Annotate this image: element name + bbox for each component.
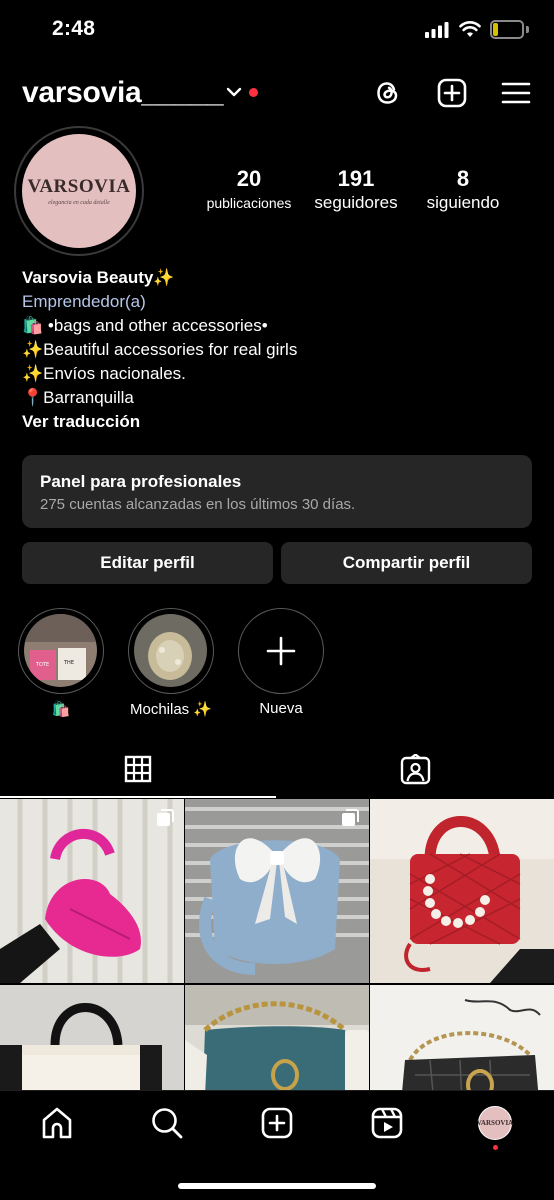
- svg-text:TOTE: TOTE: [35, 662, 49, 668]
- notification-dot: [493, 1145, 498, 1150]
- highlight-bags[interactable]: TOTE THE 🛍️: [18, 608, 104, 718]
- stat-following[interactable]: 8 siguiendo: [414, 166, 512, 214]
- multiple-posts-icon: [342, 809, 359, 826]
- posts-grid: [0, 799, 554, 1090]
- grid-icon[interactable]: [124, 755, 152, 783]
- multiple-posts-icon: [157, 809, 174, 826]
- dashboard-title: Panel para profesionales: [40, 472, 242, 491]
- highlight-label: Nueva: [259, 700, 303, 717]
- post-thumbnail[interactable]: [0, 799, 184, 983]
- new-highlight-button[interactable]: Nueva: [238, 608, 324, 717]
- stat-posts-count: 20: [236, 166, 262, 191]
- notification-dot: [249, 88, 258, 97]
- bio-line: ✨Envíos nacionales.: [22, 364, 186, 383]
- home-icon[interactable]: [40, 1106, 74, 1140]
- post-thumbnail[interactable]: [370, 985, 554, 1090]
- post-image: [185, 985, 369, 1090]
- translate-link[interactable]: Ver traducción: [22, 410, 532, 434]
- bottom-nav: VARSOVIA: [0, 1090, 554, 1200]
- status-bar: 2:48 17: [0, 0, 554, 60]
- post-thumbnail[interactable]: [185, 799, 369, 983]
- tagged-icon[interactable]: [400, 754, 431, 785]
- bio: Varsovia Beauty✨ Emprendedor(a) 🛍️ •bags…: [22, 266, 532, 434]
- search-icon[interactable]: [150, 1106, 184, 1140]
- highlight-cover: TOTE THE: [24, 614, 97, 687]
- stat-following-label: siguiendo: [426, 193, 500, 212]
- plus-icon: [266, 636, 296, 666]
- post-image: [370, 985, 554, 1090]
- threads-icon[interactable]: [372, 77, 404, 109]
- avatar-image: VARSOVIA elegancia en cada detalle: [22, 134, 136, 248]
- highlight-label: Mochilas ✨: [129, 701, 213, 718]
- account-switcher-username[interactable]: varsovia_____: [22, 76, 224, 110]
- active-tab-indicator: [0, 796, 276, 798]
- content-tabs: [0, 740, 554, 798]
- highlight-ring: [238, 608, 324, 694]
- profile-header: varsovia_____: [0, 70, 554, 118]
- bio-line: 🛍️ •bags and other accessories•: [22, 316, 268, 335]
- menu-icon[interactable]: [500, 77, 532, 109]
- battery-icon: 17: [490, 20, 524, 39]
- highlight-mochilas[interactable]: Mochilas ✨: [128, 608, 214, 718]
- dashboard-subtitle: 275 cuentas alcanzadas en los últimos 30…: [40, 496, 356, 513]
- chevron-down-icon[interactable]: [226, 85, 242, 99]
- battery-percent: 17: [499, 22, 515, 37]
- post-image: [370, 799, 554, 983]
- highlight-ring: TOTE THE: [18, 608, 104, 694]
- highlight-label: 🛍️: [51, 701, 71, 718]
- highlight-cover: [134, 614, 207, 687]
- nav-avatar-logo: VARSOVIA: [476, 1119, 514, 1127]
- bio-category: Emprendedor(a): [22, 292, 146, 311]
- stat-posts[interactable]: 20 publicaciones: [199, 166, 299, 214]
- wifi-icon: [459, 21, 481, 37]
- bio-line: ✨Beautiful accessories for real girls: [22, 340, 298, 359]
- post-thumbnail[interactable]: [370, 799, 554, 983]
- svg-text:THE: THE: [63, 660, 74, 666]
- share-profile-button[interactable]: Compartir perfil: [281, 542, 532, 584]
- bio-name: Varsovia Beauty✨: [22, 268, 175, 287]
- stat-followers[interactable]: 191 seguidores: [304, 166, 408, 214]
- stat-followers-label: seguidores: [314, 193, 398, 212]
- stat-following-count: 8: [456, 166, 470, 191]
- home-indicator: [178, 1183, 376, 1189]
- post-thumbnail[interactable]: [0, 985, 184, 1090]
- status-time: 2:48: [52, 17, 96, 40]
- bio-line: 📍Barranquilla: [22, 388, 134, 407]
- post-image: [0, 985, 184, 1090]
- stat-followers-count: 191: [337, 166, 375, 191]
- highlight-ring: [128, 608, 214, 694]
- signal-icon: [425, 22, 449, 38]
- stat-posts-label: publicaciones: [206, 195, 292, 211]
- add-post-icon[interactable]: [436, 77, 468, 109]
- profile-avatar[interactable]: VARSOVIA elegancia en cada detalle: [14, 126, 144, 256]
- edit-profile-button[interactable]: Editar perfil: [22, 542, 273, 584]
- battery-nub: [526, 26, 529, 33]
- avatar-logo: VARSOVIA: [27, 176, 131, 197]
- create-icon[interactable]: [260, 1106, 294, 1140]
- profile-tab-avatar[interactable]: VARSOVIA: [476, 1106, 514, 1140]
- avatar-tagline: elegancia en cada detalle: [48, 200, 110, 206]
- post-thumbnail[interactable]: [185, 985, 369, 1090]
- professional-dashboard[interactable]: Panel para profesionales 275 cuentas alc…: [22, 455, 532, 528]
- reels-icon[interactable]: [370, 1106, 404, 1140]
